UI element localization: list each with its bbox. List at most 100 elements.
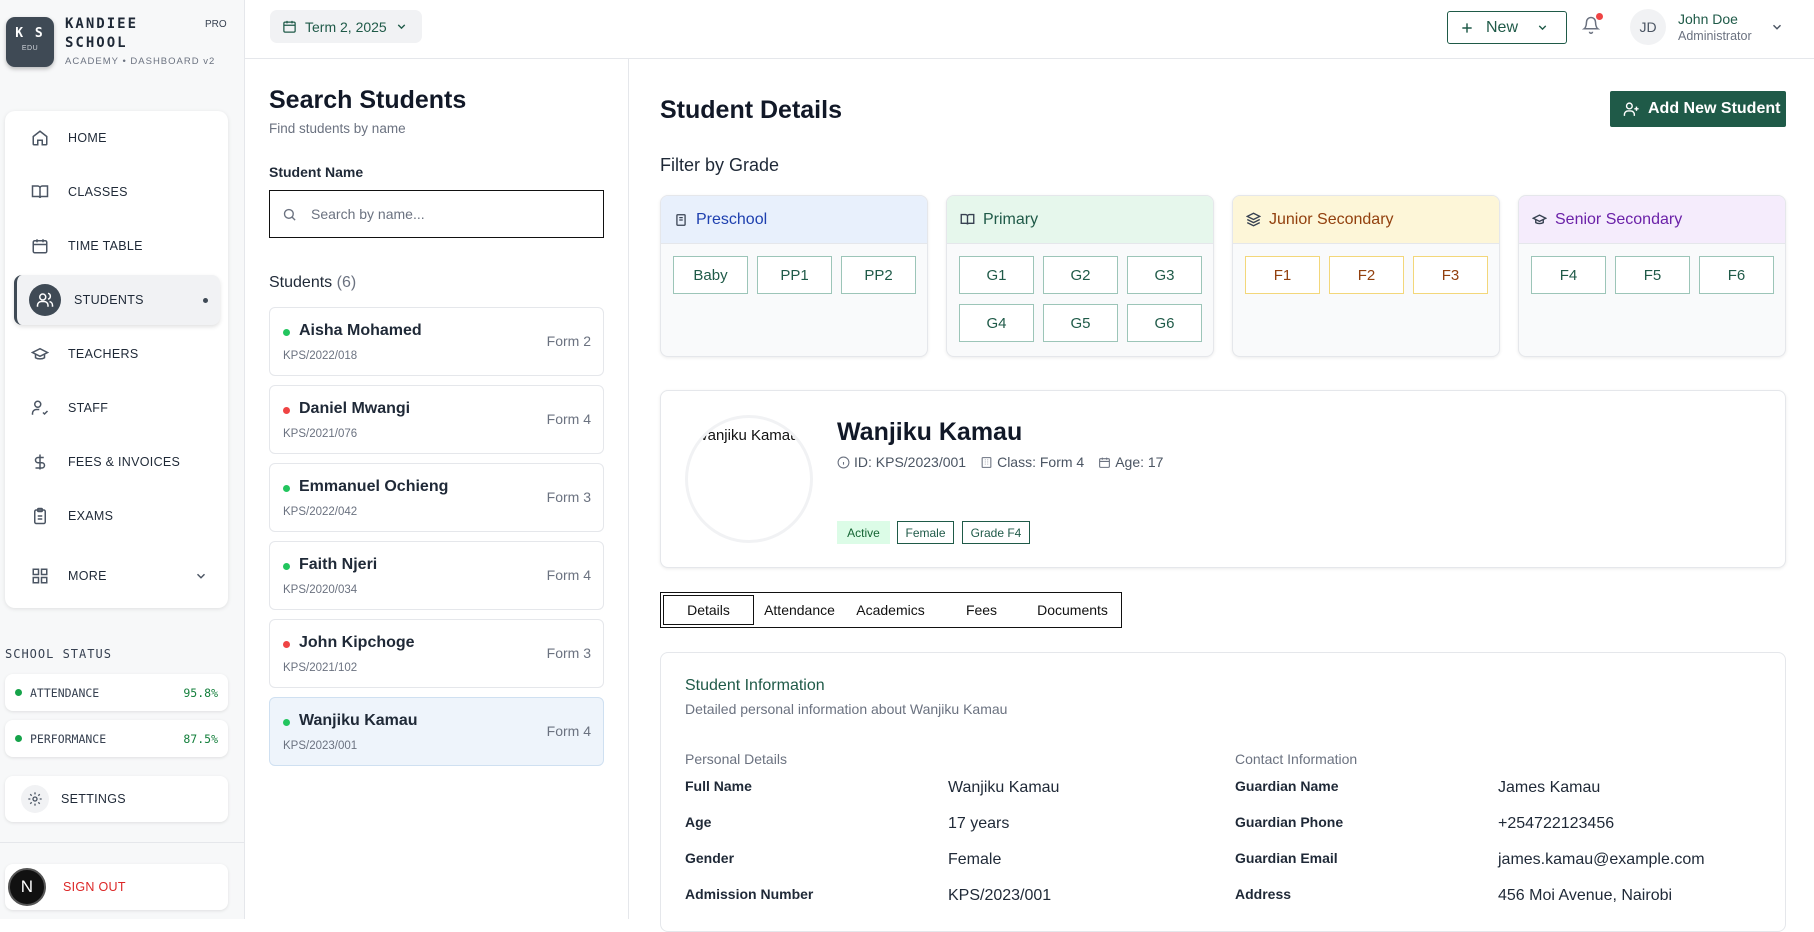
tab-academics[interactable]: Academics [845,595,936,625]
tab-fees[interactable]: Fees [936,595,1027,625]
info-title: Student Information [685,677,825,694]
grade-button-g1[interactable]: G1 [959,256,1034,294]
grade-name: Preschool [696,210,768,228]
sidebar-item-staff[interactable]: STAFF [14,383,220,433]
sidebar-item-more[interactable]: MORE [14,551,220,601]
main-content: Student Details Add New Student Filter b… [630,59,1814,932]
grade-button-g4[interactable]: G4 [959,304,1034,342]
grade-button-f3[interactable]: F3 [1413,256,1488,294]
tab-details[interactable]: Details [663,595,754,625]
gender-badge: Female [897,521,954,544]
status-dot [15,689,22,696]
building-icon [981,456,992,468]
grade-button-g2[interactable]: G2 [1043,256,1118,294]
student-id: KPS/2022/042 [283,506,358,518]
student-card-selected[interactable]: Wanjiku Kamau KPS/2023/001 Form 4 [269,697,604,766]
student-name: Aisha Mohamed [299,322,422,339]
add-new-student-button[interactable]: Add New Student [1610,91,1786,127]
student-profile-card: Wanjiku Kamau Wanjiku Kamau ID: KPS/2023… [660,390,1786,568]
grade-button-g5[interactable]: G5 [1043,304,1118,342]
term-selector[interactable]: Term 2, 2025 [270,10,422,43]
field-value: +254722123456 [1498,815,1615,832]
sidebar-item-exams[interactable]: EXAMS [14,491,220,541]
grade-button-f1[interactable]: F1 [1245,256,1320,294]
grade-button-g6[interactable]: G6 [1127,304,1202,342]
grade-button-baby[interactable]: Baby [673,256,748,294]
clipboard-icon [34,507,46,525]
field-label: Admission Number [685,886,814,902]
user-check-icon [31,400,49,416]
grade-badge: Grade F4 [962,521,1030,544]
sidebar-item-fees[interactable]: FEES & INVOICES [14,437,220,487]
sign-out-button[interactable]: N SIGN OUT [5,864,228,910]
layers-icon [1246,212,1261,227]
field-label: Gender [685,850,735,866]
tab-documents[interactable]: Documents [1027,595,1118,625]
school-status-title: SCHOOL STATUS [5,647,112,661]
add-new-student-label: Add New Student [1648,100,1781,117]
grade-button-pp1[interactable]: PP1 [757,256,832,294]
notifications-button[interactable] [1582,13,1603,34]
sidebar-item-students[interactable]: STUDENTS [14,275,220,325]
grade-button-g3[interactable]: G3 [1127,256,1202,294]
sidebar-item-timetable[interactable]: TIME TABLE [14,221,220,271]
student-name: Emmanuel Ochieng [299,478,449,495]
sidebar-item-label: HOME [68,131,107,145]
brand-name: KANDIEE SCHOOL [65,15,138,53]
student-card[interactable]: Daniel Mwangi KPS/2021/076 Form 4 [269,385,604,454]
sidebar-item-label: TIME TABLE [68,239,143,253]
status-dot [283,329,290,336]
student-id: ID: KPS/2023/001 [854,454,967,470]
new-button[interactable]: New [1447,11,1567,44]
student-card[interactable]: Faith Njeri KPS/2020/034 Form 4 [269,541,604,610]
field-value: Wanjiku Kamau [948,779,1060,796]
field-value: James Kamau [1498,779,1601,796]
student-form: Form 3 [546,489,591,505]
sidebar-item-label: TEACHERS [68,347,139,361]
student-meta: ID: KPS/2023/001 Class: Form 4 Age: 17 [837,454,1163,470]
grade-name: Senior Secondary [1555,210,1683,228]
sidebar-item-label: CLASSES [68,185,128,199]
grade-button-pp2[interactable]: PP2 [841,256,916,294]
divider [0,842,244,843]
search-title: Search Students [269,86,467,114]
grade-card-header: Preschool [661,196,927,244]
student-card[interactable]: John Kipchoge KPS/2021/102 Form 3 [269,619,604,688]
stat-value: 95.8% [183,685,218,700]
school-logo[interactable]: K S EDU [6,17,54,67]
user-avatar[interactable]: JD [1630,9,1666,45]
field-label: Full Name [685,778,752,794]
search-input[interactable]: Search by name... [269,190,604,238]
book-open-icon [960,213,975,225]
attendance-stat: ATTENDANCE 95.8% [5,674,228,711]
field-label: Age [685,814,712,830]
notebook-icon [676,213,686,226]
status-dot [283,563,290,570]
sidebar-item-teachers[interactable]: TEACHERS [14,329,220,379]
field-label: Guardian Name [1235,778,1339,794]
user-avatar: N [8,868,46,906]
students-heading: Students (6) [269,274,356,292]
student-card[interactable]: Aisha Mohamed KPS/2022/018 Form 2 [269,307,604,376]
status-dot [283,641,290,648]
sidebar-item-home[interactable]: HOME [14,113,220,163]
field-value: 17 years [948,815,1010,832]
settings-label: SETTINGS [61,792,126,806]
grade-name: Primary [983,210,1039,228]
user-name[interactable]: John Doe [1678,11,1738,27]
status-dot [283,719,290,726]
page-title: Student Details [660,96,842,124]
field-value: 456 Moi Avenue, Nairobi [1498,887,1673,904]
sidebar-item-label: STAFF [68,401,109,415]
grade-button-f6[interactable]: F6 [1699,256,1774,294]
field-value: KPS/2023/001 [948,887,1052,904]
grade-button-f2[interactable]: F2 [1329,256,1404,294]
grade-button-f5[interactable]: F5 [1615,256,1690,294]
grade-button-f4[interactable]: F4 [1531,256,1606,294]
search-subtitle: Find students by name [269,121,406,136]
tab-attendance[interactable]: Attendance [754,595,845,625]
student-card[interactable]: Emmanuel Ochieng KPS/2022/042 Form 3 [269,463,604,532]
settings-button[interactable]: SETTINGS [5,776,228,822]
sidebar-item-classes[interactable]: CLASSES [14,167,220,217]
chevron-down-icon[interactable] [1770,20,1784,34]
